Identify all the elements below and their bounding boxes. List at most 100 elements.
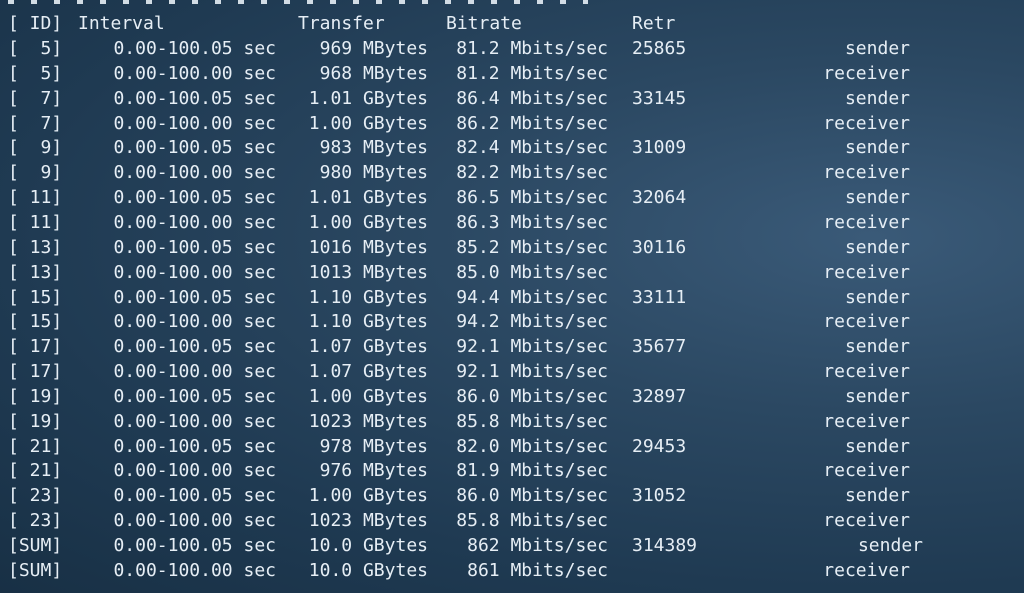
row-transfer: 1.07 GBytes bbox=[308, 336, 428, 358]
row-interval: 0.00-100.00 sec bbox=[113, 361, 276, 383]
header-retr: Retr bbox=[632, 13, 676, 34]
table-row: [ 13] 0.00-100.00 sec 1013 MBytes 85.0 Mbit… bbox=[8, 261, 1018, 285]
row-id: [ 17] bbox=[8, 361, 63, 383]
row-id: [ 5] bbox=[8, 62, 63, 84]
row-id: [ 19] bbox=[8, 410, 63, 432]
row-interval: 0.00-100.05 sec bbox=[113, 336, 276, 358]
row-interval: 0.00-100.05 sec bbox=[113, 187, 276, 209]
row-retr: 35677 bbox=[632, 336, 687, 358]
row-transfer: 1.10 GBytes bbox=[308, 286, 428, 308]
row-role: sender bbox=[844, 286, 910, 308]
row-role: sender bbox=[844, 137, 910, 159]
row-id: [ 7] bbox=[8, 87, 63, 109]
row-bitrate: 92.1 Mbits/sec bbox=[456, 336, 608, 358]
row-retr: 33145 bbox=[632, 87, 687, 109]
row-bitrate: 82.4 Mbits/sec bbox=[456, 137, 608, 159]
row-id: [ 21] bbox=[8, 435, 63, 457]
row-interval: 0.00-100.00 sec bbox=[113, 112, 276, 134]
row-role: receiver bbox=[823, 510, 910, 532]
row-bitrate: 86.5 Mbits/sec bbox=[456, 187, 608, 209]
row-bitrate: 85.0 Mbits/sec bbox=[456, 261, 608, 283]
row-interval: 0.00-100.05 sec bbox=[113, 137, 276, 159]
row-transfer: 10.0 GBytes bbox=[308, 559, 428, 581]
table-row: [ 15] 0.00-100.05 sec 1.10 GBytes 94.4 Mbit… bbox=[8, 286, 1018, 310]
table-row: [ 15] 0.00-100.00 sec 1.10 GBytes 94.2 Mbit… bbox=[8, 310, 1018, 334]
table-row: [ 7] 0.00-100.05 sec 1.01 GBytes 86.4 Mbits… bbox=[8, 87, 1018, 111]
row-interval: 0.00-100.05 sec bbox=[113, 38, 276, 59]
row-id: [ 23] bbox=[8, 510, 63, 532]
row-transfer: 1.01 GBytes bbox=[308, 187, 428, 209]
separator-line bbox=[8, 0, 588, 4]
row-retr: 32064 bbox=[632, 187, 687, 209]
row-retr: 31009 bbox=[632, 137, 687, 159]
table-row: [ 17] 0.00-100.00 sec 1.07 GBytes 92.1 Mbit… bbox=[8, 360, 1018, 384]
row-interval: 0.00-100.00 sec bbox=[113, 559, 276, 581]
row-transfer: 1.00 GBytes bbox=[308, 112, 428, 134]
row-transfer: 1016 MBytes bbox=[308, 236, 428, 258]
row-role: sender bbox=[844, 336, 910, 358]
table-row: [ 21] 0.00-100.05 sec 978 MBytes 82.0 Mbits… bbox=[8, 435, 1018, 459]
row-interval: 0.00-100.05 sec bbox=[113, 236, 276, 258]
table-row: [ 9] 0.00-100.05 sec 983 MBytes 82.4 Mbits/… bbox=[8, 136, 1018, 160]
row-role: receiver bbox=[823, 311, 910, 333]
row-bitrate: 85.8 Mbits/sec bbox=[456, 410, 608, 432]
row-bitrate: 85.8 Mbits/sec bbox=[456, 510, 608, 532]
header-bitrate: Bitrate bbox=[446, 13, 522, 34]
row-role: sender bbox=[844, 187, 910, 209]
table-row: [ 11] 0.00-100.05 sec 1.01 GBytes 86.5 Mbit… bbox=[8, 186, 1018, 210]
row-interval: 0.00-100.00 sec bbox=[113, 62, 276, 84]
row-bitrate: 86.0 Mbits/sec bbox=[456, 385, 608, 407]
row-id: [ 9] bbox=[8, 137, 63, 159]
row-retr: 314389 bbox=[632, 535, 698, 556]
row-bitrate: 94.2 Mbits/sec bbox=[456, 311, 608, 333]
table-row: [SUM] 0.00-100.05 sec 10.0 GBytes 862 Mbits… bbox=[8, 534, 1018, 558]
row-transfer: 1013 MBytes bbox=[308, 261, 428, 283]
row-role: receiver bbox=[823, 559, 910, 581]
row-bitrate: 82.0 Mbits/sec bbox=[456, 435, 608, 457]
row-transfer: 983 MBytes bbox=[319, 137, 428, 159]
row-role: sender bbox=[844, 485, 910, 507]
row-interval: 0.00-100.05 sec bbox=[113, 286, 276, 308]
row-id: [ 15] bbox=[8, 286, 63, 308]
row-transfer: 980 MBytes bbox=[319, 162, 428, 184]
table-row: [ 23] 0.00-100.00 sec 1023 MBytes 85.8 Mbit… bbox=[8, 509, 1018, 533]
row-retr: 32897 bbox=[632, 385, 687, 407]
row-transfer: 1.01 GBytes bbox=[308, 87, 428, 109]
row-interval: 0.00-100.00 sec bbox=[113, 311, 276, 333]
row-id: [ 21] bbox=[8, 460, 63, 482]
table-row: [ 9] 0.00-100.00 sec 980 MBytes 82.2 Mbits/… bbox=[8, 161, 1018, 185]
row-interval: 0.00-100.00 sec bbox=[113, 261, 276, 283]
row-transfer: 1.00 GBytes bbox=[308, 385, 428, 407]
row-id: [ 11] bbox=[8, 211, 63, 233]
row-transfer: 969 MBytes bbox=[319, 38, 428, 59]
table-row: [ 19] 0.00-100.05 sec 1.00 GBytes 86.0 Mbit… bbox=[8, 385, 1018, 409]
row-role: sender bbox=[844, 236, 910, 258]
row-retr: 25865 bbox=[632, 38, 687, 59]
row-id: [ 15] bbox=[8, 311, 63, 333]
row-role: receiver bbox=[823, 112, 910, 134]
row-retr: 31052 bbox=[632, 485, 687, 507]
row-transfer: 1023 MBytes bbox=[308, 410, 428, 432]
row-transfer: 1023 MBytes bbox=[308, 510, 428, 532]
row-retr: 29453 bbox=[632, 435, 687, 457]
row-id: [SUM] bbox=[8, 535, 63, 556]
row-interval: 0.00-100.05 sec bbox=[113, 435, 276, 457]
table-row: [ 5] 0.00-100.00 sec 968 MBytes 81.2 Mbits/… bbox=[8, 62, 1018, 86]
header-transfer: Transfer bbox=[298, 13, 385, 34]
row-id: [ 5] bbox=[8, 38, 63, 59]
row-role: sender bbox=[857, 535, 923, 556]
row-interval: 0.00-100.00 sec bbox=[113, 162, 276, 184]
row-transfer: 1.00 GBytes bbox=[308, 211, 428, 233]
row-bitrate: 92.1 Mbits/sec bbox=[456, 361, 608, 383]
row-interval: 0.00-100.05 sec bbox=[113, 385, 276, 407]
row-role: receiver bbox=[823, 410, 910, 432]
row-role: sender bbox=[844, 435, 910, 457]
row-id: [ 23] bbox=[8, 485, 63, 507]
row-id: [ 17] bbox=[8, 336, 63, 358]
row-role: receiver bbox=[823, 162, 910, 184]
table-row: [ 17] 0.00-100.05 sec 1.07 GBytes 92.1 Mbit… bbox=[8, 335, 1018, 359]
row-id: [ 19] bbox=[8, 385, 63, 407]
table-row: [ 21] 0.00-100.00 sec 976 MBytes 81.9 Mbits… bbox=[8, 459, 1018, 483]
row-id: [ 7] bbox=[8, 112, 63, 134]
row-interval: 0.00-100.00 sec bbox=[113, 410, 276, 432]
